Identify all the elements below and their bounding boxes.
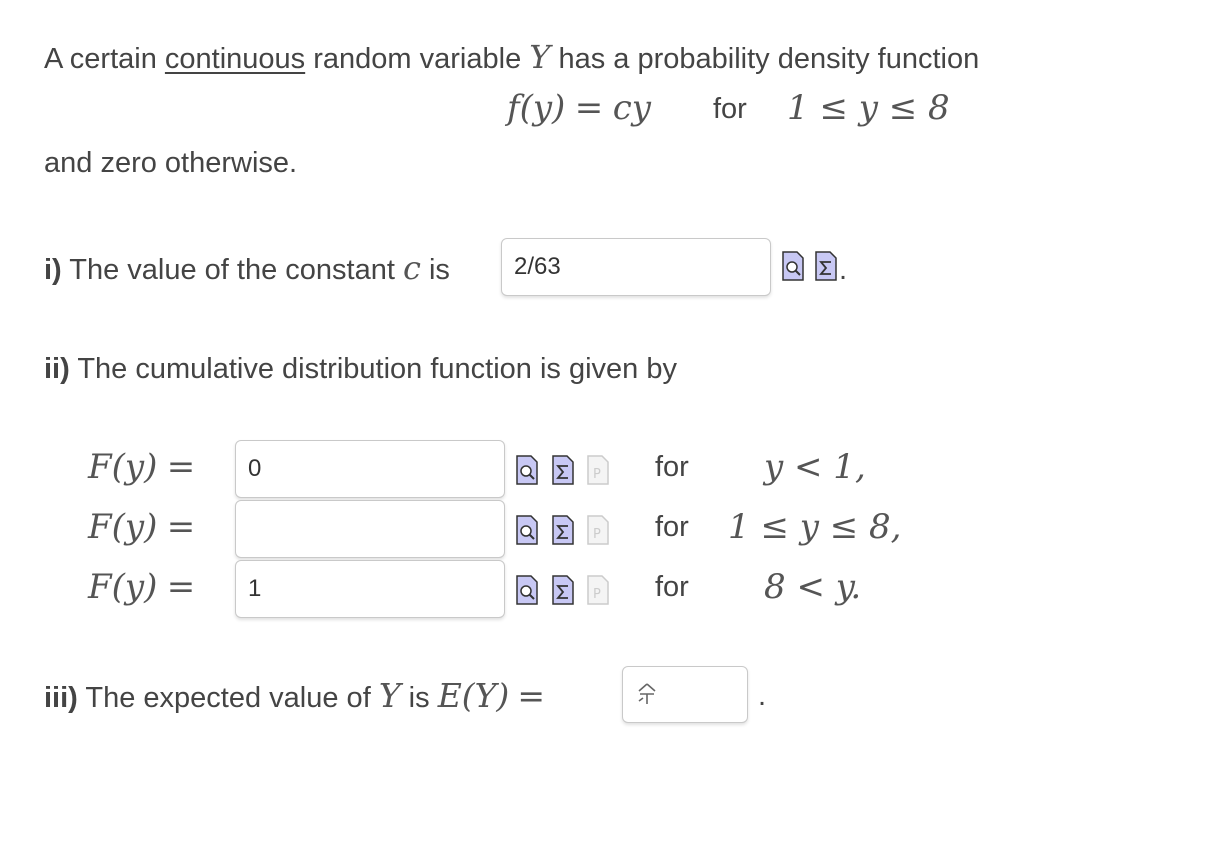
- preview-icon[interactable]: [782, 251, 804, 281]
- intro-var: Y: [529, 38, 551, 76]
- part3-period: .: [758, 680, 767, 712]
- ime-icon: [638, 683, 656, 704]
- intro-suffix: has a probability density function: [558, 43, 980, 75]
- sigma-equation-icon[interactable]: [552, 515, 574, 545]
- problem-page-icon: P: [587, 575, 609, 605]
- part1-is: is: [428, 254, 450, 286]
- cdf-row-2-for: for: [655, 511, 689, 543]
- part1-var: c: [402, 249, 421, 287]
- part3-expr: E(Y): [437, 676, 510, 715]
- cdf-row-3-input[interactable]: 1: [235, 560, 505, 618]
- part1-text: The value of the constant: [69, 254, 395, 286]
- svg-text:P: P: [593, 527, 601, 542]
- preview-icon[interactable]: [516, 455, 538, 485]
- intro-underlined: continuous: [164, 43, 306, 75]
- part3-is: is: [408, 682, 430, 714]
- part3-label: iii): [44, 682, 78, 714]
- preview-icon[interactable]: [516, 575, 538, 605]
- otherwise-text: and zero otherwise.: [44, 147, 298, 179]
- intro-middle: random variable: [313, 43, 522, 75]
- cdf-row-1-cond: y < 1,: [764, 447, 866, 487]
- intro-prefix: A certain: [44, 43, 157, 75]
- part2-text: The cumulative distribution function is …: [77, 353, 677, 385]
- part1-label: i): [44, 254, 62, 286]
- svg-text:P: P: [593, 587, 601, 602]
- cdf-row-2-input[interactable]: [235, 500, 505, 558]
- problem-page-icon: P: [587, 455, 609, 485]
- cdf-row-3-for: for: [655, 571, 689, 603]
- part3-text: The expected value of: [85, 682, 371, 714]
- cdf-row-3-lhs: F(y) =: [88, 567, 195, 607]
- pdf-range: 1 ≤ y ≤ 8: [787, 88, 950, 128]
- svg-text:P: P: [593, 467, 601, 482]
- part2-label: ii): [44, 353, 70, 385]
- sigma-equation-icon[interactable]: [552, 575, 574, 605]
- cdf-row-1-eq: =: [166, 447, 196, 487]
- cdf-row-3-eq: =: [166, 567, 196, 607]
- pdf-equation: f(y) = cy: [507, 88, 651, 128]
- cdf-row-3-cond: 8 < y.: [764, 567, 862, 607]
- problem-page-icon: P: [587, 515, 609, 545]
- cdf-row-2-lhs: F(y) =: [88, 507, 195, 547]
- cdf-row-1-lhs: F(y) =: [88, 447, 195, 487]
- cdf-row-1-input[interactable]: 0: [235, 440, 505, 498]
- intro-line: A certain continuous random variable Y h…: [44, 38, 979, 76]
- preview-icon[interactable]: [516, 515, 538, 545]
- part1-period: .: [839, 254, 848, 286]
- pdf-rhs: cy: [612, 88, 651, 128]
- part1-line: i) The value of the constant c is: [44, 249, 450, 287]
- sigma-equation-icon[interactable]: [815, 251, 837, 281]
- sigma-equation-icon[interactable]: [552, 455, 574, 485]
- cdf-row-2-func: F(y): [88, 507, 158, 547]
- part2-line: ii) The cumulative distribution function…: [44, 353, 677, 386]
- pdf-lhs: f(y): [507, 88, 566, 128]
- constant-c-input[interactable]: 2/63: [501, 238, 771, 296]
- cdf-row-2-eq: =: [166, 507, 196, 547]
- cdf-row-1-for: for: [655, 451, 689, 483]
- part3-eq: =: [517, 676, 546, 715]
- cdf-row-1-func: F(y): [88, 447, 158, 487]
- cdf-row-3-func: F(y): [88, 567, 158, 607]
- part3-line: iii) The expected value of Y is E(Y) =: [44, 676, 545, 715]
- pdf-eq: =: [574, 88, 604, 128]
- cdf-row-2-cond: 1 ≤ y ≤ 8,: [728, 507, 902, 547]
- part3-var: Y: [378, 676, 401, 715]
- pdf-for: for: [713, 93, 747, 125]
